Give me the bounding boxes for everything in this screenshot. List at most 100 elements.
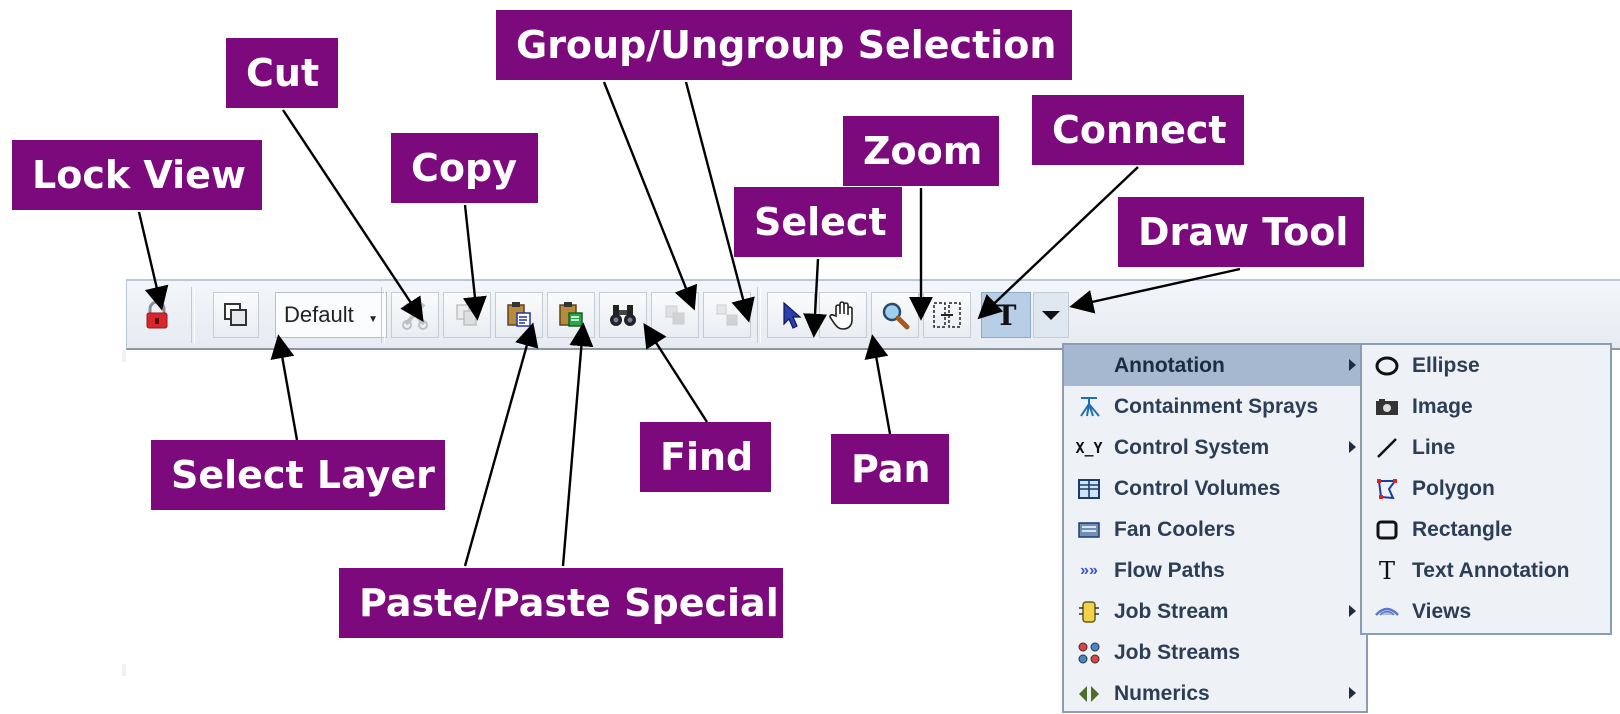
annotation-submenu: Ellipse Image Line Polygon Rectangle T T… xyxy=(1360,343,1612,635)
draw-tool-menu: Annotation Containment Sprays X̲Y Contro… xyxy=(1062,343,1368,713)
draw-tool-dropdown[interactable] xyxy=(1033,292,1069,338)
menu-item-label: Image xyxy=(1412,394,1473,418)
callout-find: Find xyxy=(640,422,771,492)
zoom-button[interactable] xyxy=(871,292,919,338)
menu-item-fan-coolers[interactable]: Fan Coolers xyxy=(1064,509,1366,550)
submenu-arrow-icon xyxy=(1349,687,1356,699)
canvas-fragment xyxy=(122,350,126,362)
submenu-arrow-icon xyxy=(1349,441,1356,453)
canvas-fragment xyxy=(122,664,126,676)
paste-special-button[interactable] xyxy=(547,292,595,338)
select-button[interactable] xyxy=(767,292,815,338)
polygon-icon xyxy=(1374,477,1400,501)
connect-icon xyxy=(933,302,961,328)
menu-item-label: Text Annotation xyxy=(1412,558,1570,582)
submenu-arrow-icon xyxy=(1349,605,1356,617)
views-icon xyxy=(1374,600,1400,624)
menu-item-containment-sprays[interactable]: Containment Sprays xyxy=(1064,386,1366,427)
spray-icon xyxy=(1076,395,1102,419)
menu-item-text-annotation[interactable]: T Text Annotation xyxy=(1362,550,1610,591)
callout-copy: Copy xyxy=(391,133,538,203)
menu-item-label: Control System xyxy=(1114,435,1270,459)
submenu-arrow-icon xyxy=(1349,359,1356,371)
menu-item-annotation[interactable]: Annotation xyxy=(1064,345,1366,386)
paste-special-icon xyxy=(559,302,583,327)
menu-item-flow-paths[interactable]: »» Flow Paths xyxy=(1064,550,1366,591)
lock-icon xyxy=(146,300,168,329)
menu-item-job-stream[interactable]: Job Stream xyxy=(1064,591,1366,632)
menu-item-label: Job Stream xyxy=(1114,599,1229,623)
toolbar: Default ▼ T xyxy=(126,279,1620,350)
job-stream-icon xyxy=(1076,600,1102,624)
ungroup-icon xyxy=(716,304,738,326)
dropdown-arrow-icon xyxy=(1042,310,1060,320)
job-streams-icon xyxy=(1076,641,1102,665)
callout-lock-view: Lock View xyxy=(12,140,262,210)
chevron-down-icon: ▼ xyxy=(368,314,378,325)
callout-select-layer: Select Layer xyxy=(151,440,445,510)
menu-item-label: Polygon xyxy=(1412,476,1495,500)
ellipse-icon xyxy=(1374,354,1400,378)
layer-combo[interactable]: Default ▼ xyxy=(275,292,387,338)
menu-item-label: Flow Paths xyxy=(1114,558,1225,582)
callout-pan: Pan xyxy=(831,434,949,504)
paste-button[interactable] xyxy=(495,292,543,338)
magnifier-icon xyxy=(882,302,910,330)
menu-item-label: Views xyxy=(1412,599,1472,623)
lock-view-button[interactable] xyxy=(139,292,175,338)
callout-zoom: Zoom xyxy=(843,116,999,186)
menu-item-numerics[interactable]: Numerics xyxy=(1064,673,1366,714)
menu-item-rectangle[interactable]: Rectangle xyxy=(1362,509,1610,550)
callout-connect: Connect xyxy=(1032,95,1244,165)
line-icon xyxy=(1374,436,1400,460)
menu-item-control-system[interactable]: X̲Y Control System xyxy=(1064,427,1366,468)
layer-value: Default xyxy=(284,302,354,327)
text-icon: T xyxy=(1378,557,1395,585)
menu-item-label: Line xyxy=(1412,435,1456,459)
select-layer-button[interactable] xyxy=(213,292,259,338)
menu-item-label: Ellipse xyxy=(1412,353,1480,377)
group-icon xyxy=(665,305,685,325)
rectangle-icon xyxy=(1374,518,1400,542)
menu-item-image[interactable]: Image xyxy=(1362,386,1610,427)
grid-icon xyxy=(1076,477,1102,501)
binoculars-icon xyxy=(610,305,636,326)
layers-icon xyxy=(224,303,247,326)
callout-paste: Paste/Paste Special xyxy=(339,568,783,638)
fan-cooler-icon xyxy=(1076,518,1102,542)
menu-item-label: Control Volumes xyxy=(1114,476,1281,500)
select-arrow-icon xyxy=(783,301,802,329)
ungroup-button[interactable] xyxy=(703,292,751,338)
scissors-icon xyxy=(402,302,428,330)
find-button[interactable] xyxy=(599,292,647,338)
numerics-icon xyxy=(1076,682,1102,706)
control-system-icon: X̲Y xyxy=(1075,439,1103,457)
menu-item-label: Annotation xyxy=(1114,353,1225,377)
menu-item-control-volumes[interactable]: Control Volumes xyxy=(1064,468,1366,509)
menu-item-job-streams[interactable]: Job Streams xyxy=(1064,632,1366,673)
menu-item-views[interactable]: Views xyxy=(1362,591,1610,632)
copy-button[interactable] xyxy=(443,292,491,338)
callout-draw-tool: Draw Tool xyxy=(1118,197,1364,267)
pan-button[interactable] xyxy=(819,292,867,338)
paste-icon xyxy=(507,302,531,327)
callout-cut: Cut xyxy=(226,38,338,108)
connect-button[interactable] xyxy=(923,292,971,338)
copy-icon xyxy=(456,304,477,326)
group-button[interactable] xyxy=(651,292,699,338)
text-tool-icon: T xyxy=(995,298,1017,332)
draw-tool-button[interactable]: T xyxy=(981,292,1031,338)
menu-item-label: Numerics xyxy=(1114,681,1210,705)
callout-group-ungroup: Group/Ungroup Selection xyxy=(496,10,1072,80)
hand-icon xyxy=(829,301,853,330)
callout-select: Select xyxy=(734,187,902,257)
menu-item-polygon[interactable]: Polygon xyxy=(1362,468,1610,509)
menu-item-label: Fan Coolers xyxy=(1114,517,1236,541)
menu-item-line[interactable]: Line xyxy=(1362,427,1610,468)
menu-item-ellipse[interactable]: Ellipse xyxy=(1362,345,1610,386)
flow-paths-icon: »» xyxy=(1080,562,1098,579)
cut-button[interactable] xyxy=(391,292,439,338)
menu-item-label: Job Streams xyxy=(1114,640,1241,664)
image-icon xyxy=(1374,395,1400,419)
menu-item-label: Containment Sprays xyxy=(1114,394,1319,418)
